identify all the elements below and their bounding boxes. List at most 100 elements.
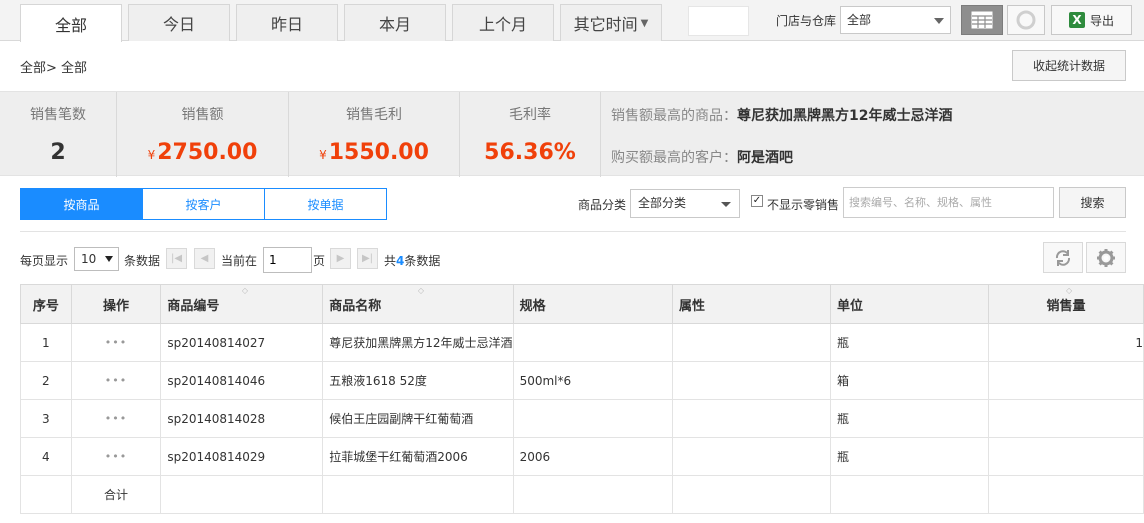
- prev-page-button[interactable]: ◀: [194, 248, 215, 269]
- store-select[interactable]: 全部: [840, 6, 951, 34]
- sort-icon: ◇: [241, 286, 248, 295]
- breadcrumb: 全部> 全部: [20, 61, 88, 76]
- row-attr: [671, 437, 831, 476]
- page-number-input[interactable]: [263, 247, 312, 273]
- col-header-name[interactable]: 商品名称 ◇: [322, 284, 514, 324]
- col-header-label: 销售量: [1046, 298, 1086, 314]
- row-actions-button[interactable]: •••: [70, 361, 162, 400]
- records-label: 条数据: [124, 254, 161, 268]
- currency-symbol: ¥: [147, 148, 156, 162]
- tab-label: 今日: [162, 15, 195, 34]
- row-spec: 2006: [512, 437, 673, 476]
- tab-today[interactable]: 今日: [128, 4, 230, 41]
- stat-gross-margin: 毛利率 56.36%: [460, 92, 601, 177]
- row-name: 五粮液1618 52度: [322, 361, 514, 400]
- total-cell: [160, 475, 324, 514]
- next-page-button[interactable]: ▶: [330, 248, 351, 269]
- chevron-down-icon: [721, 202, 731, 207]
- col-header-unit[interactable]: 单位: [829, 284, 990, 324]
- search-input[interactable]: [843, 187, 1054, 218]
- chart-view-button[interactable]: [1007, 5, 1045, 35]
- table-icon: [971, 11, 993, 29]
- date-input[interactable]: [688, 6, 749, 36]
- col-header-qty[interactable]: 销售量 ◇: [988, 284, 1144, 324]
- stat-label: 销售额: [181, 107, 224, 123]
- row-code: sp20140814046: [160, 361, 324, 400]
- col-header-label: 商品名称: [329, 298, 382, 314]
- col-header-attr[interactable]: 属性: [671, 284, 831, 324]
- current-page-label: 当前在: [221, 254, 258, 268]
- top-product: 销售额最高的商品：尊尼获加黑牌黑方12年威士忌洋酒: [611, 105, 952, 125]
- col-header-label: 商品编号: [167, 298, 220, 314]
- chevron-down-icon: [105, 256, 113, 262]
- category-label: 商品分类: [578, 198, 627, 212]
- chevron-down-icon: ▼: [640, 17, 649, 29]
- table-row: 1 ••• sp20140814027 尊尼获加黑牌黑方12年威士忌洋酒 瓶 1: [20, 323, 1144, 362]
- collapse-stats-button[interactable]: 收起统计数据: [1012, 50, 1126, 81]
- top-customer-label: 购买额最高的客户：: [611, 150, 737, 166]
- row-qty-value: 1: [1135, 335, 1143, 350]
- view-mode-tabs: 按商品 按客户 按单据: [20, 188, 387, 220]
- search-button[interactable]: 搜索: [1059, 187, 1126, 218]
- tab-by-customer[interactable]: 按客户: [143, 189, 265, 219]
- col-header-code[interactable]: 商品编号 ◇: [160, 284, 324, 324]
- row-unit: 箱: [829, 361, 990, 400]
- tab-this-month[interactable]: 本月: [344, 4, 446, 41]
- row-actions-button[interactable]: •••: [70, 399, 162, 438]
- stat-amount: 1550.00: [328, 140, 429, 165]
- total-label: 合计: [70, 475, 162, 514]
- row-name: 尊尼获加黑牌黑方12年威士忌洋酒: [322, 323, 514, 362]
- last-page-button[interactable]: ▶|: [357, 248, 378, 269]
- stat-gross-profit: 销售毛利 ¥1550.00: [289, 92, 460, 177]
- tab-other-time[interactable]: 其它时间 ▼: [560, 4, 662, 41]
- total-cell: [988, 475, 1144, 514]
- row-qty: 1: [988, 323, 1144, 362]
- ring-chart-icon: [1016, 10, 1036, 30]
- per-page-value: 10: [81, 252, 97, 266]
- tab-by-document[interactable]: 按单据: [265, 189, 386, 219]
- top-product-value: 尊尼获加黑牌黑方12年威士忌洋酒: [737, 108, 953, 124]
- row-no: 4: [20, 437, 72, 476]
- per-page-label: 每页显示: [20, 254, 69, 268]
- row-attr: [671, 361, 831, 400]
- refresh-button[interactable]: [1043, 242, 1083, 273]
- row-unit: 瓶: [829, 323, 990, 362]
- total-prefix: 共: [384, 254, 397, 268]
- row-qty: [988, 361, 1144, 400]
- chevron-down-icon: [934, 18, 944, 24]
- row-no: 1: [20, 323, 72, 362]
- row-attr: [671, 323, 831, 362]
- row-actions-button[interactable]: •••: [70, 323, 162, 362]
- tab-label: 其它时间: [573, 15, 638, 34]
- tab-last-month[interactable]: 上个月: [452, 4, 554, 41]
- tab-yesterday[interactable]: 昨日: [236, 4, 338, 41]
- row-no: 3: [20, 399, 72, 438]
- date-range-tabs: 全部 今日 昨日 本月 上个月 其它时间 ▼ 门店与仓库 全部 X 导出: [0, 0, 1144, 42]
- category-select[interactable]: 全部分类: [630, 189, 740, 218]
- total-row-no: [20, 475, 72, 514]
- first-page-button[interactable]: |◀: [166, 248, 187, 269]
- hide-zero-sales-checkbox[interactable]: ✓: [751, 195, 763, 207]
- settings-button[interactable]: [1086, 242, 1126, 273]
- stat-sales-count: 销售笔数 2: [0, 92, 117, 177]
- excel-icon: X: [1068, 12, 1085, 28]
- stat-value: ¥2750.00: [117, 140, 288, 165]
- export-button[interactable]: X 导出: [1051, 5, 1132, 35]
- prev-page-icon: ◀: [200, 253, 209, 264]
- total-cell: [829, 475, 990, 514]
- tab-label: 本月: [378, 15, 411, 34]
- col-header-spec[interactable]: 规格: [512, 284, 673, 324]
- row-unit: 瓶: [829, 437, 990, 476]
- row-actions-button[interactable]: •••: [70, 437, 162, 476]
- per-page-select[interactable]: 10: [74, 247, 119, 271]
- table-row: 4 ••• sp20140814029 拉菲城堡干红葡萄酒2006 2006 瓶: [20, 437, 1144, 476]
- tab-by-product[interactable]: 按商品: [21, 189, 143, 219]
- row-code: sp20140814029: [160, 437, 324, 476]
- tab-all[interactable]: 全部: [20, 4, 122, 42]
- stat-sales-amount: 销售额 ¥2750.00: [117, 92, 289, 177]
- table-view-button[interactable]: [961, 5, 1003, 35]
- stat-label: 销售笔数: [30, 107, 86, 123]
- row-attr: [671, 399, 831, 438]
- stat-value: ¥1550.00: [289, 140, 459, 165]
- row-name: 候伯王庄园副牌干红葡萄酒: [322, 399, 514, 438]
